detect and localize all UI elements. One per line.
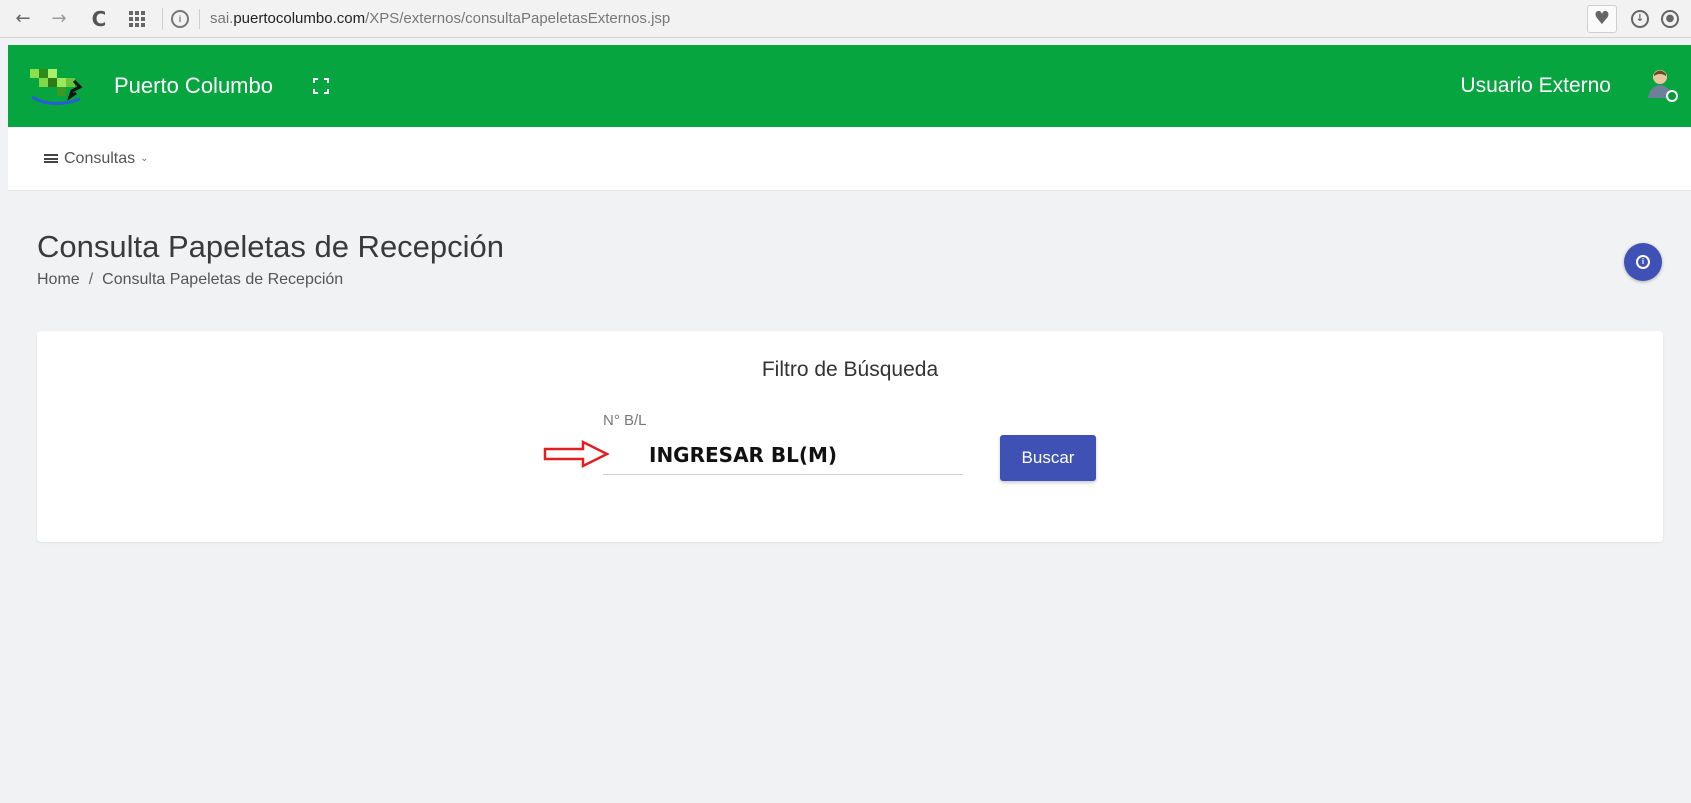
browser-toolbar: ← → C i sai.puertocolumbo.com/XPS/extern… [0, 0, 1691, 38]
address-bar[interactable]: i sai.puertocolumbo.com/XPS/externos/con… [171, 5, 1587, 33]
chevron-down-icon: ⌄ [140, 153, 149, 164]
bl-number-input[interactable] [603, 435, 963, 475]
page-title: Consulta Papeletas de Recepción [37, 229, 505, 264]
info-icon: i [1636, 255, 1650, 269]
fullscreen-icon[interactable] [312, 78, 329, 94]
user-avatar-icon[interactable] [1645, 66, 1679, 106]
download-icon[interactable]: ↓ [1625, 5, 1655, 33]
info-button[interactable]: i [1624, 243, 1662, 281]
breadcrumb-separator: / [88, 271, 94, 288]
toolbar-divider [162, 7, 163, 30]
filter-title: Filtro de Búsqueda [761, 358, 939, 381]
filter-card: Filtro de Búsqueda N° B/L Buscar [37, 331, 1663, 542]
back-arrow-icon[interactable]: ← [10, 6, 36, 32]
address-divider [199, 8, 200, 29]
breadcrumb-home[interactable]: Home [37, 271, 80, 289]
search-button[interactable]: Buscar [1000, 435, 1096, 481]
table-icon [44, 154, 58, 163]
url-text[interactable]: sai.puertocolumbo.com/XPS/externos/consu… [210, 10, 670, 27]
puerto-columbo-logo[interactable] [30, 63, 90, 109]
red-arrow-icon [543, 439, 610, 469]
site-info-icon[interactable]: i [171, 9, 189, 28]
forward-arrow-icon[interactable]: → [46, 6, 72, 32]
account-icon[interactable]: ● [1655, 5, 1685, 33]
reload-icon[interactable]: C [86, 6, 112, 32]
breadcrumb-current: Consulta Papeletas de Recepción [102, 271, 344, 288]
app-header: Puerto Columbo Usuario Externo [8, 45, 1691, 127]
menu-bar: Consultas ⌄ [8, 127, 1691, 191]
menu-item-label: Consultas [64, 149, 136, 167]
breadcrumb: Home / Consulta Papeletas de Recepción [37, 271, 343, 289]
apps-grid-icon[interactable] [124, 6, 150, 32]
menu-item-consultas[interactable]: Consultas ⌄ [44, 150, 149, 168]
user-name[interactable]: Usuario Externo [1460, 74, 1611, 98]
heart-icon[interactable]: ♥ [1587, 4, 1617, 33]
brand-name[interactable]: Puerto Columbo [114, 73, 273, 99]
bl-field-label: N° B/L [603, 412, 647, 429]
